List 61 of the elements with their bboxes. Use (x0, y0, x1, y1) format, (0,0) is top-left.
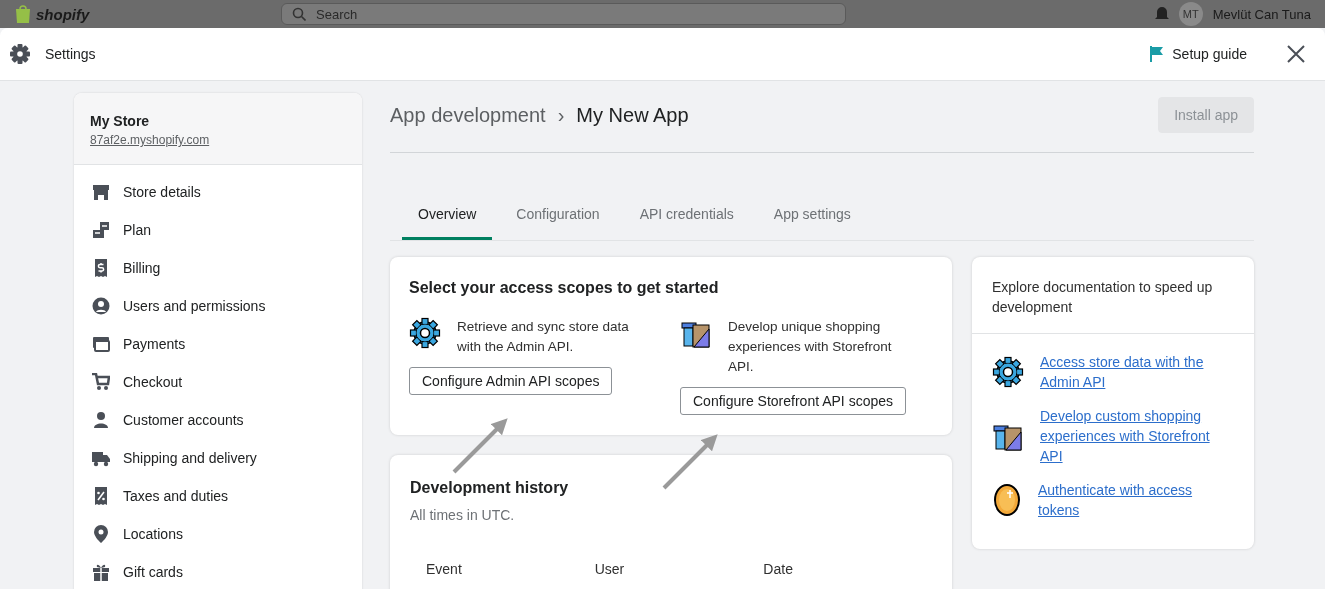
tab[interactable]: API credentials (623, 192, 750, 240)
stairs-icon (92, 221, 110, 239)
bell-icon (1154, 6, 1169, 22)
card-icon (92, 335, 110, 353)
store-domain-link[interactable]: 87af2e.myshopify.com (90, 133, 210, 147)
setup-guide-button[interactable]: Setup guide (1150, 46, 1247, 62)
avatar[interactable]: MT (1178, 2, 1203, 26)
sidebar-item[interactable]: Users and permissions (74, 287, 362, 325)
percent-receipt-icon (92, 487, 110, 505)
receipt-icon (92, 259, 110, 277)
search-icon (292, 7, 306, 21)
configure-button[interactable]: Configure Storefront API scopes (680, 387, 906, 415)
description: Retrieve and sync store data with the Admin API. (457, 318, 630, 356)
column-header: User (594, 561, 626, 577)
tab[interactable]: App settings (757, 192, 867, 240)
search-field[interactable]: Search (281, 3, 846, 25)
tab[interactable]: Overview (402, 192, 493, 240)
description: Develop unique shopping experiences with Storefront API. (728, 318, 893, 376)
sidebar-item[interactable]: Shipping and delivery (74, 439, 362, 477)
location-pin-icon (92, 525, 110, 543)
search-input[interactable]: Search (314, 5, 835, 23)
page-title: My New App (576, 103, 689, 127)
doc-link[interactable]: Authenticate with access tokens (1038, 480, 1228, 520)
breadcrumb-separator: › (557, 103, 565, 127)
window-title: Settings (45, 46, 96, 62)
cart-icon (92, 373, 110, 391)
configure-button[interactable]: Configure Admin API scopes (409, 367, 613, 395)
close-button[interactable] (1287, 45, 1305, 63)
breadcrumb-link[interactable]: App development (390, 103, 546, 127)
sidebar-item[interactable]: Store details (74, 173, 362, 211)
doc-link[interactable]: Develop custom shopping experiences with Storefront API (1040, 406, 1230, 466)
sidebar-item[interactable]: Customer accounts (74, 401, 362, 439)
sidebar-item[interactable]: Checkout (74, 363, 362, 401)
sidebar-item[interactable]: Gift cards (74, 553, 362, 589)
coin-icon (992, 484, 1022, 516)
gear-icon (992, 356, 1024, 388)
sidebar-item[interactable]: Billing (74, 249, 362, 287)
user-name: Mevlüt Can Tuna (1212, 6, 1311, 22)
card-title: Development history (410, 479, 570, 497)
user-circle-icon (92, 297, 110, 315)
sidebar-item[interactable]: Payments (74, 325, 362, 363)
tab[interactable]: Configuration (500, 192, 616, 240)
sidebar-item[interactable]: Taxes and duties (74, 477, 362, 515)
logo-text: shopify (36, 5, 90, 23)
sidebar-item[interactable]: Locations (74, 515, 362, 553)
card-title: Select your access scopes to get started (409, 279, 720, 297)
flag-icon (1150, 46, 1165, 62)
doc-link[interactable]: Access store data with the Admin API (1040, 352, 1230, 392)
storefront-icon (92, 183, 110, 201)
sidebar-item[interactable]: Plan (74, 211, 362, 249)
store-name: My Store (90, 113, 151, 129)
settings-icon (10, 44, 30, 64)
truck-icon (92, 449, 110, 467)
column-header: Event (426, 561, 463, 577)
gear-icon (409, 317, 441, 349)
gift-icon (92, 563, 110, 581)
card-title: Explore documentation to speed up development (972, 257, 1254, 334)
person-icon (92, 411, 110, 429)
subtitle: All times in UTC. (410, 507, 516, 523)
column-header: Date (763, 561, 794, 577)
shopping-bag-icon (14, 4, 32, 24)
